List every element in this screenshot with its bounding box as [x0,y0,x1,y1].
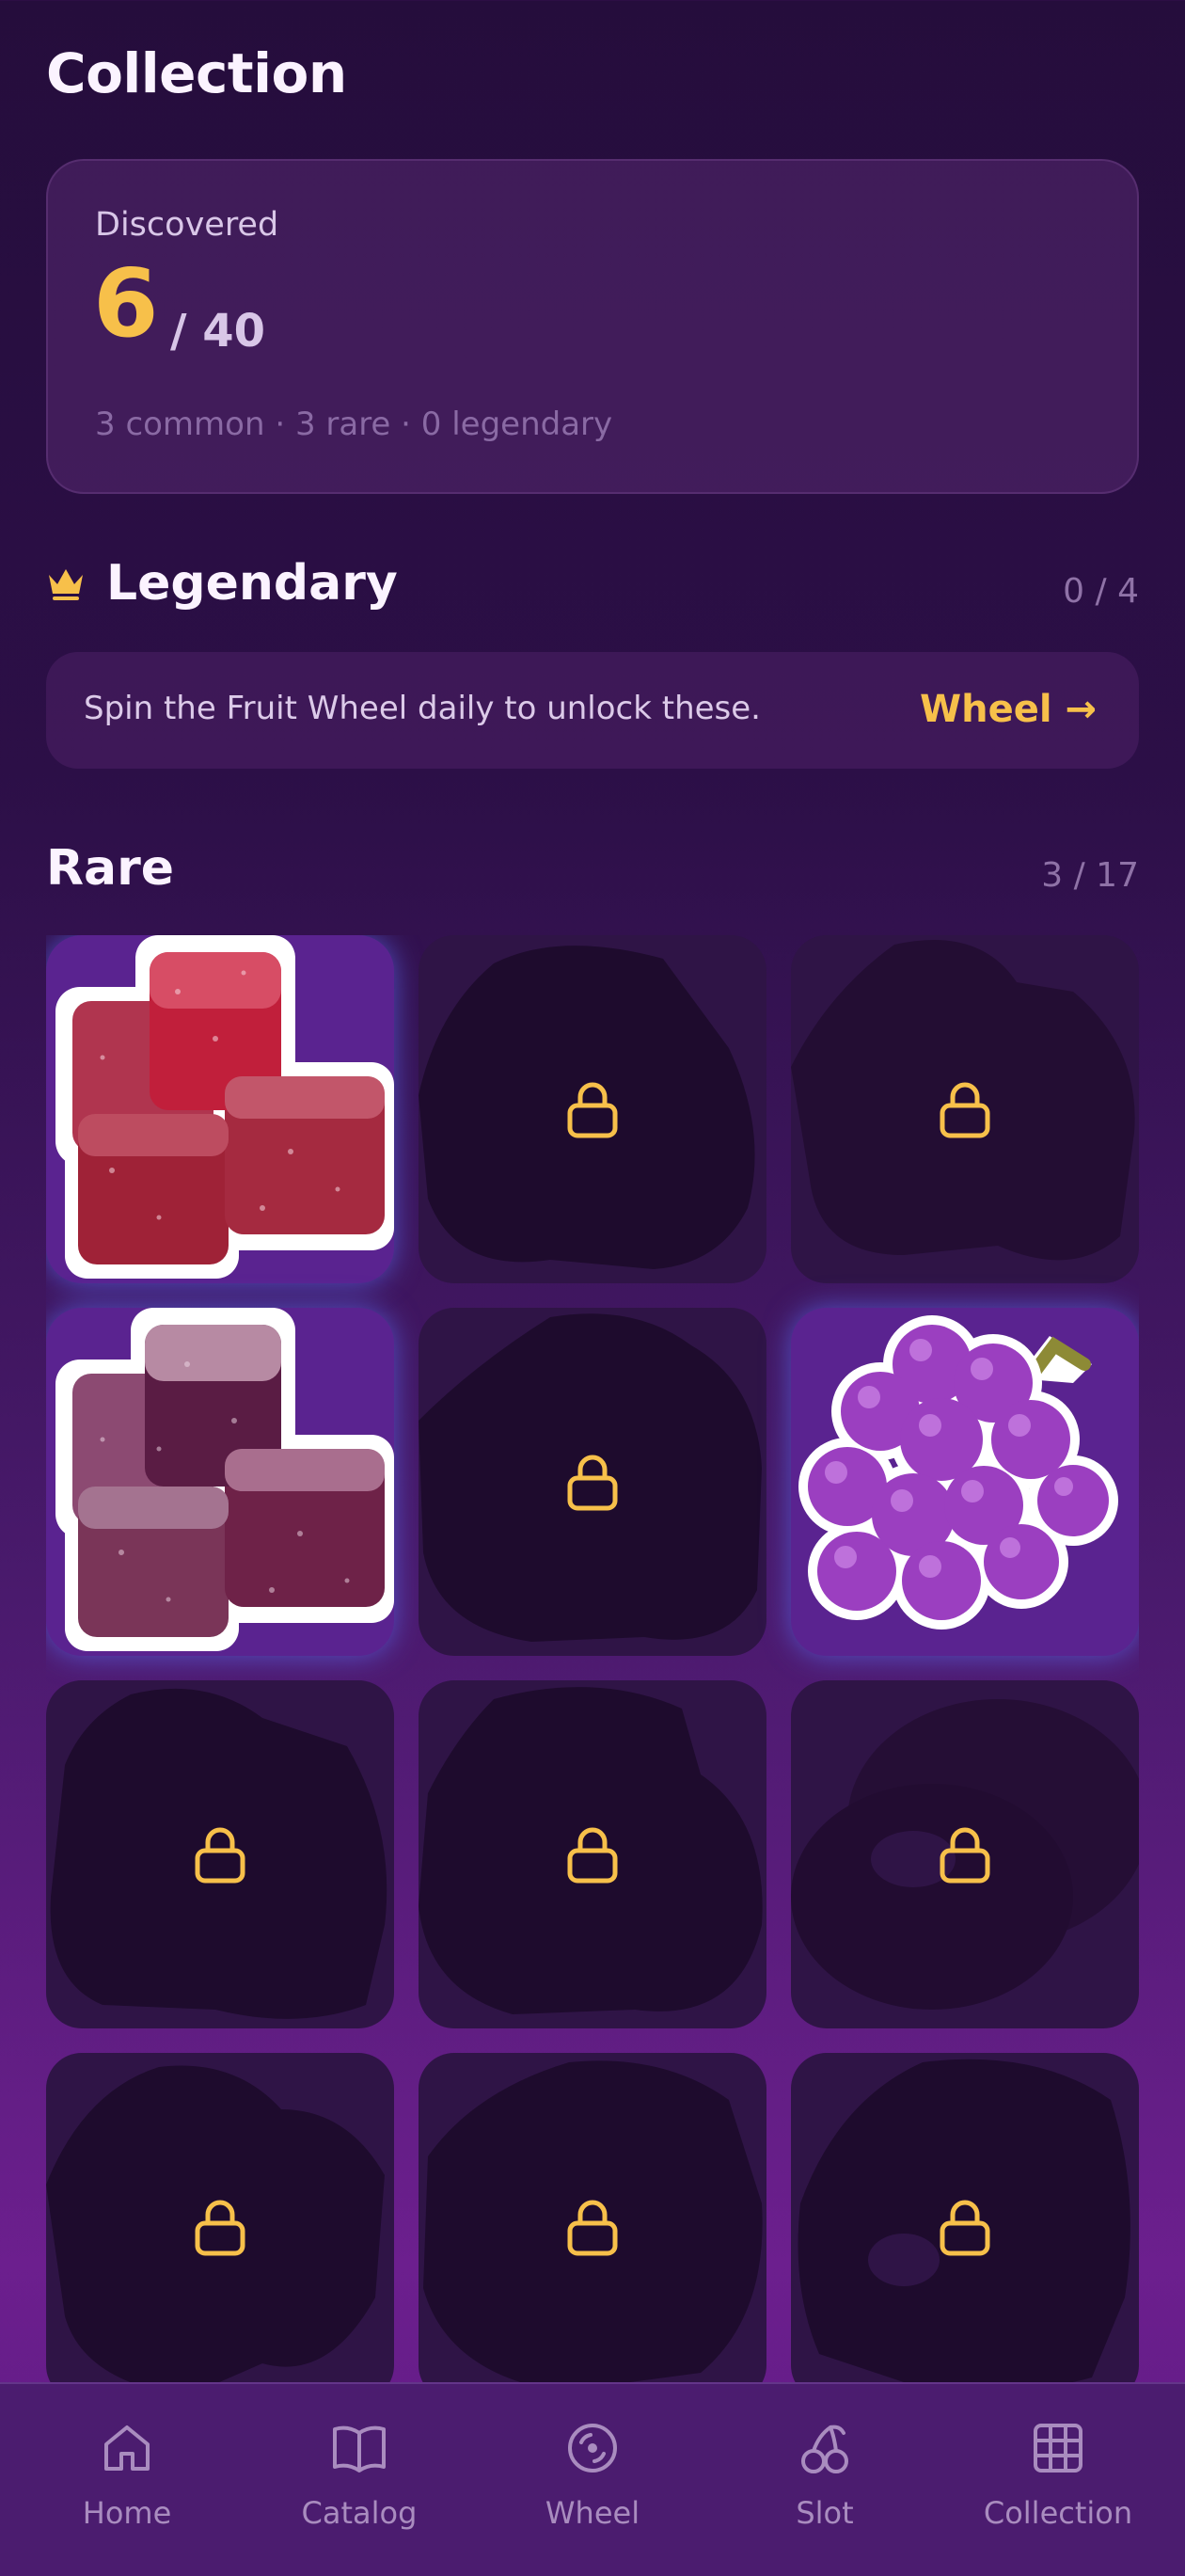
lock-icon [567,1455,618,1511]
discovered-total: / 40 [170,305,266,358]
lock-icon [195,2200,245,2256]
lock-icon [940,1827,990,1884]
rare-header: Rare [46,840,174,897]
collection-tile-grape[interactable] [791,1308,1139,1656]
collection-tile-locked[interactable] [46,1680,394,2028]
lock-icon [195,1827,245,1884]
wheel-icon [568,2424,617,2473]
lock-icon [567,2200,618,2256]
collection-tile-red-gummy[interactable] [46,935,394,1283]
bottom-tab-bar: Home Catalog Wheel Slot Collection [0,2382,1185,2576]
tab-label: Collection [983,2495,1133,2531]
collection-tile-locked[interactable] [419,935,766,1283]
tab-wheel[interactable]: Wheel [474,2384,711,2576]
lock-icon [940,1082,990,1138]
collection-tile-locked[interactable] [46,2053,394,2382]
wheel-link[interactable]: Wheel → [920,688,1097,731]
legendary-info-text: Spin the Fruit Wheel daily to unlock the… [84,690,761,727]
discovered-count: 6 [93,248,159,358]
lock-icon [567,1827,618,1884]
rare-title: Rare [46,840,175,897]
tab-label: Catalog [301,2495,418,2531]
legendary-count: 0 / 4 [1063,572,1139,611]
book-icon [333,2425,386,2473]
collection-tile-locked[interactable] [419,1680,766,2028]
tab-slot[interactable]: Slot [706,2384,943,2576]
legendary-header: Legendary [46,555,398,612]
collection-tile-locked[interactable] [791,935,1139,1283]
discovered-card: Discovered 6 / 40 3 common · 3 rare · 0 … [46,159,1139,494]
lock-icon [940,2200,990,2256]
tab-label: Wheel [545,2495,640,2531]
rare-count: 3 / 17 [1041,856,1139,895]
collection-tile-locked[interactable] [419,1308,766,1656]
rarity-breakdown: 3 common · 3 rare · 0 legendary [95,405,613,443]
tab-label: Slot [796,2495,854,2531]
legendary-title: Legendary [106,555,398,612]
tab-label: Home [82,2495,172,2531]
tab-home[interactable]: Home [8,2384,245,2576]
grape-gummies-image [798,1315,1118,1630]
tab-catalog[interactable]: Catalog [241,2384,478,2576]
red-gummy-cubes-image [55,935,394,1279]
collection-tile-purple-gummy[interactable] [46,1308,394,1656]
legendary-info-card: Spin the Fruit Wheel daily to unlock the… [46,652,1139,769]
cherry-icon [801,2425,848,2473]
grid-icon [1034,2424,1082,2473]
lock-icon [567,1082,618,1138]
crown-icon [49,569,83,600]
home-icon [104,2425,150,2471]
rare-grid [46,935,1139,2382]
collection-tile-locked[interactable] [419,2053,766,2382]
purple-gummy-cubes-image [55,1308,394,1651]
page-title: Collection [46,41,347,105]
collection-tile-locked[interactable] [791,2053,1139,2382]
tab-collection[interactable]: Collection [940,2384,1177,2576]
collection-tile-locked[interactable] [791,1680,1139,2028]
discovered-label: Discovered [95,206,279,244]
